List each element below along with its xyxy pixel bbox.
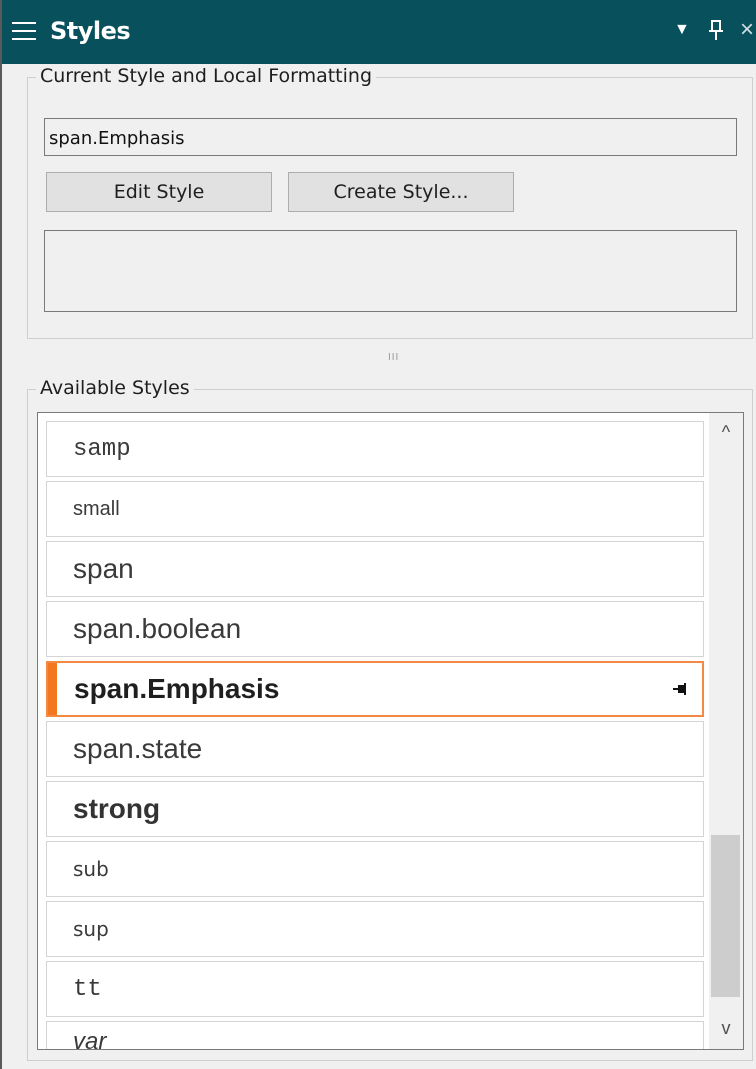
dropdown-icon[interactable]: ▼ — [674, 16, 690, 44]
style-description-box — [44, 230, 737, 312]
list-item-samp[interactable]: samp — [46, 421, 704, 477]
list-item-strong[interactable]: strong — [46, 781, 704, 837]
list-item-sup[interactable]: sup — [46, 901, 704, 957]
menu-icon[interactable] — [12, 20, 36, 44]
vertical-scrollbar[interactable]: ^ v — [709, 413, 743, 1049]
list-item-tt[interactable]: tt — [46, 961, 704, 1017]
list-item-var[interactable]: var — [46, 1021, 704, 1050]
list-item-label: span.state — [73, 733, 203, 764]
list-item-label: strong — [73, 793, 161, 824]
panel-title: Styles — [50, 17, 131, 45]
panel-titlebar: Styles ▼ × — [2, 0, 756, 64]
list-item-small[interactable]: small — [46, 481, 704, 537]
list-item-label: small — [73, 497, 120, 520]
styles-list[interactable]: samp small span span.boolean span.Emphas… — [37, 412, 744, 1050]
list-item-span-state[interactable]: span.state — [46, 721, 704, 777]
list-item-span[interactable]: span — [46, 541, 704, 597]
list-item-label: samp — [73, 435, 131, 463]
list-item-span-emphasis[interactable]: span.Emphasis — [46, 661, 704, 717]
scroll-thumb[interactable] — [711, 835, 740, 997]
current-style-group-label: Current Style and Local Formatting — [36, 65, 377, 87]
edit-style-button[interactable]: Edit Style — [46, 172, 272, 212]
pinned-icon — [673, 683, 686, 695]
splitter-handle[interactable]: III — [388, 352, 399, 363]
list-item-sub[interactable]: sub — [46, 841, 704, 897]
list-item-label: span.Emphasis — [74, 673, 280, 704]
scroll-down-icon[interactable]: v — [709, 1013, 743, 1043]
pin-panel-icon[interactable] — [708, 16, 724, 50]
list-item-label: sub — [73, 857, 109, 881]
create-style-button[interactable]: Create Style... — [288, 172, 514, 212]
list-item-span-boolean[interactable]: span.boolean — [46, 601, 704, 657]
list-item-label: span.boolean — [73, 613, 242, 644]
available-styles-group-label: Available Styles — [36, 377, 194, 399]
scroll-up-icon[interactable]: ^ — [709, 417, 743, 447]
list-item-label: span — [73, 553, 134, 584]
close-icon[interactable]: × — [740, 16, 754, 44]
list-item-label: sup — [73, 917, 109, 941]
current-style-field[interactable]: span.Emphasis — [44, 118, 737, 156]
list-item-label: tt — [73, 975, 102, 1003]
styles-panel: Styles ▼ × Current Style and Local Forma… — [0, 0, 756, 1069]
selection-indicator — [48, 663, 57, 715]
list-item-label: var — [73, 1028, 107, 1050]
